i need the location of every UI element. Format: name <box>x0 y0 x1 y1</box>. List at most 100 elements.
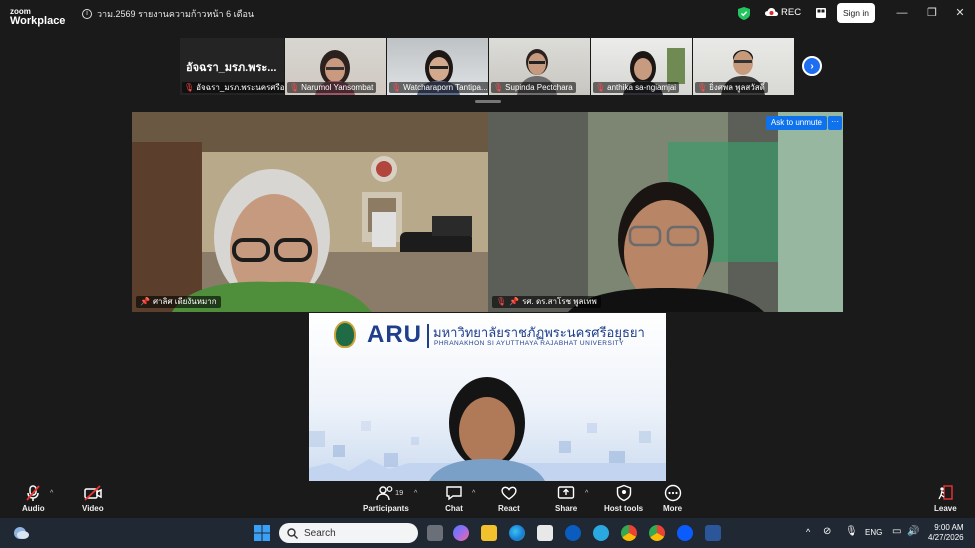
audio-label: Audio <box>22 504 45 513</box>
tile-name-tag: 📌 ศาลิศ เดียงันหมาก <box>136 296 221 308</box>
volume-icon[interactable]: 🔊 <box>907 526 919 537</box>
participant-name: Narumol Yansombat <box>301 83 374 92</box>
host-tools-label: Host tools <box>604 504 644 513</box>
mic-muted-icon: 🎙 <box>493 83 504 92</box>
filmstrip-resize-handle[interactable] <box>475 100 501 103</box>
tray-overflow-chevron-icon[interactable]: ^ <box>806 527 810 537</box>
copilot-icon[interactable] <box>453 525 469 541</box>
aru-brand-text: ARU <box>367 321 422 348</box>
participant-name: ยิ่งศพล พูลสวัสดิ์ <box>709 83 765 92</box>
meeting-toolbar: Audio ^ Video Participants 19 ^ Chat ^ R… <box>0 481 975 518</box>
tile-display-name: อัจฉรา_มรภ.พระ... <box>186 62 277 74</box>
encryption-shield-icon[interactable] <box>738 7 750 20</box>
audio-options-chevron-icon[interactable]: ^ <box>50 490 53 497</box>
clock[interactable]: 9:00 AM 4/27/2026 <box>928 523 964 543</box>
share-label: Share <box>555 504 578 513</box>
windows-start-icon[interactable] <box>254 525 270 541</box>
logo-workplace-text: Workplace <box>10 15 66 27</box>
leave-door-icon <box>938 485 954 500</box>
chat-label: Chat <box>445 504 463 513</box>
info-icon[interactable]: i <box>82 9 92 19</box>
ask-to-unmute-button[interactable]: Ask to unmute <box>765 116 827 130</box>
leave-button[interactable]: Leave <box>934 484 957 513</box>
react-button[interactable]: React <box>498 484 520 513</box>
tile-more-options-button[interactable]: ··· <box>828 116 842 130</box>
participant-name: ศาลิศ เดียงันหมาก <box>152 297 217 306</box>
share-options-chevron-icon[interactable]: ^ <box>585 490 588 497</box>
participants-options-chevron-icon[interactable]: ^ <box>414 490 417 497</box>
chrome-icon[interactable] <box>621 525 637 541</box>
view-layout-icon[interactable] <box>816 8 826 18</box>
meeting-title: วาม.2569 รายงานความก้าวหน้า 6 เดือน <box>97 9 255 19</box>
react-label: React <box>498 504 520 513</box>
video-tile-left[interactable]: 📌 ศาลิศ เดียงันหมาก <box>132 112 488 312</box>
microphone-tray-icon[interactable]: 🎙 <box>845 526 858 537</box>
taskbar-search-box[interactable]: Search <box>279 523 418 543</box>
sign-in-button[interactable]: Sign in <box>837 3 875 23</box>
tile-name-tag: 🎙 อัจฉรา_มรภ.พระนครศรีอยุ... <box>182 82 284 93</box>
video-tile-right[interactable]: Ask to unmute ··· 🎙 📌 รศ. ดร.สาโรช พูลเท… <box>488 112 843 312</box>
university-english-name: PHRANAKHON SI AYUTTHAYA RAJABHAT UNIVERS… <box>434 340 624 347</box>
participants-label: Participants <box>363 504 409 513</box>
mic-muted-icon: 🎙 <box>289 83 300 92</box>
filmstrip-tile[interactable]: 🎙 Narumol Yansombat <box>285 38 386 95</box>
input-language[interactable]: ENG <box>865 528 882 537</box>
participant-video <box>488 112 843 312</box>
file-explorer-icon[interactable] <box>481 525 497 541</box>
chrome-profile-icon[interactable] <box>649 525 665 541</box>
next-page-arrow-icon[interactable]: › <box>802 56 822 76</box>
filmstrip-tile[interactable]: 🎙 ยิ่งศพล พูลสวัสดิ์ <box>693 38 794 95</box>
participants-count: 19 <box>395 488 404 497</box>
participant-name: anthika sa-ngiamjai <box>607 83 677 92</box>
clock-date: 4/27/2026 <box>928 533 964 542</box>
close-icon[interactable]: ✕ <box>953 6 967 20</box>
share-button[interactable]: Share <box>555 484 577 513</box>
pin-icon: 📌 <box>509 297 520 306</box>
tile-name-tag: 🎙 anthika sa-ngiamjai <box>593 82 680 93</box>
audio-button[interactable]: Audio <box>22 484 45 513</box>
meeting-info[interactable]: i วาม.2569 รายงานความก้าวหน้า 6 เดือน <box>82 7 254 21</box>
mic-muted-icon: 🎙 <box>595 83 606 92</box>
more-dots-icon <box>664 484 681 502</box>
participant-name: รศ. ดร.สาโรช พูลเทพ <box>522 297 597 306</box>
display-tray-icon[interactable]: ▭ <box>892 526 901 537</box>
mic-muted-icon: 🎙 <box>184 83 195 92</box>
task-view-icon[interactable] <box>427 525 443 541</box>
cloud-recording-icon <box>765 8 778 16</box>
weather-widget-icon[interactable] <box>12 525 30 541</box>
filmstrip-tile[interactable]: อัจฉรา_มรภ.พระ... 🎙 อัจฉรา_มรภ.พระนครศรี… <box>180 38 284 95</box>
hp-app-icon[interactable] <box>565 525 581 541</box>
filmstrip-tile[interactable]: 🎙 Supinda Pectchara <box>489 38 590 95</box>
chat-options-chevron-icon[interactable]: ^ <box>472 490 475 497</box>
share-screen-icon <box>557 486 575 499</box>
mic-muted-icon: 🎙 <box>391 83 402 92</box>
rec-label: REC <box>781 7 802 18</box>
search-icon <box>287 527 298 539</box>
minimize-icon[interactable]: — <box>895 6 909 20</box>
filmstrip-tile[interactable]: 🎙 Watcharaporn Tantipa... <box>387 38 488 95</box>
word-icon[interactable] <box>705 525 721 541</box>
host-tools-button[interactable]: Host tools <box>604 484 643 513</box>
network-off-icon[interactable]: ⊘ <box>823 526 831 537</box>
app-icon[interactable] <box>593 525 609 541</box>
tile-name-tag: 🎙 Watcharaporn Tantipa... <box>389 82 488 93</box>
chat-button[interactable]: Chat <box>445 484 463 513</box>
video-tile-bottom[interactable]: ARU มหาวิทยาลัยราชภัฏพระนครศรีอยุธยา PHR… <box>309 313 666 481</box>
video-label: Video <box>82 504 104 513</box>
participant-name: Supinda Pectchara <box>505 83 573 92</box>
zoom-taskbar-icon[interactable] <box>677 525 693 541</box>
microsoft-store-icon[interactable] <box>537 525 553 541</box>
zoom-workplace-logo: zoom Workplace <box>10 5 66 27</box>
more-label: More <box>663 504 683 513</box>
recording-indicator[interactable]: REC <box>765 7 801 18</box>
leave-label: Leave <box>934 504 957 513</box>
restore-icon[interactable]: ❐ <box>925 6 939 20</box>
filmstrip-tile[interactable]: 🎙 anthika sa-ngiamjai <box>591 38 692 95</box>
video-button[interactable]: Video <box>82 484 104 513</box>
mic-muted-icon <box>26 485 41 501</box>
chat-bubble-icon <box>446 486 462 501</box>
heart-icon <box>501 486 517 500</box>
more-button[interactable]: More <box>663 484 682 513</box>
edge-browser-icon[interactable] <box>509 525 525 541</box>
mic-muted-icon: 🎙 <box>496 297 507 306</box>
